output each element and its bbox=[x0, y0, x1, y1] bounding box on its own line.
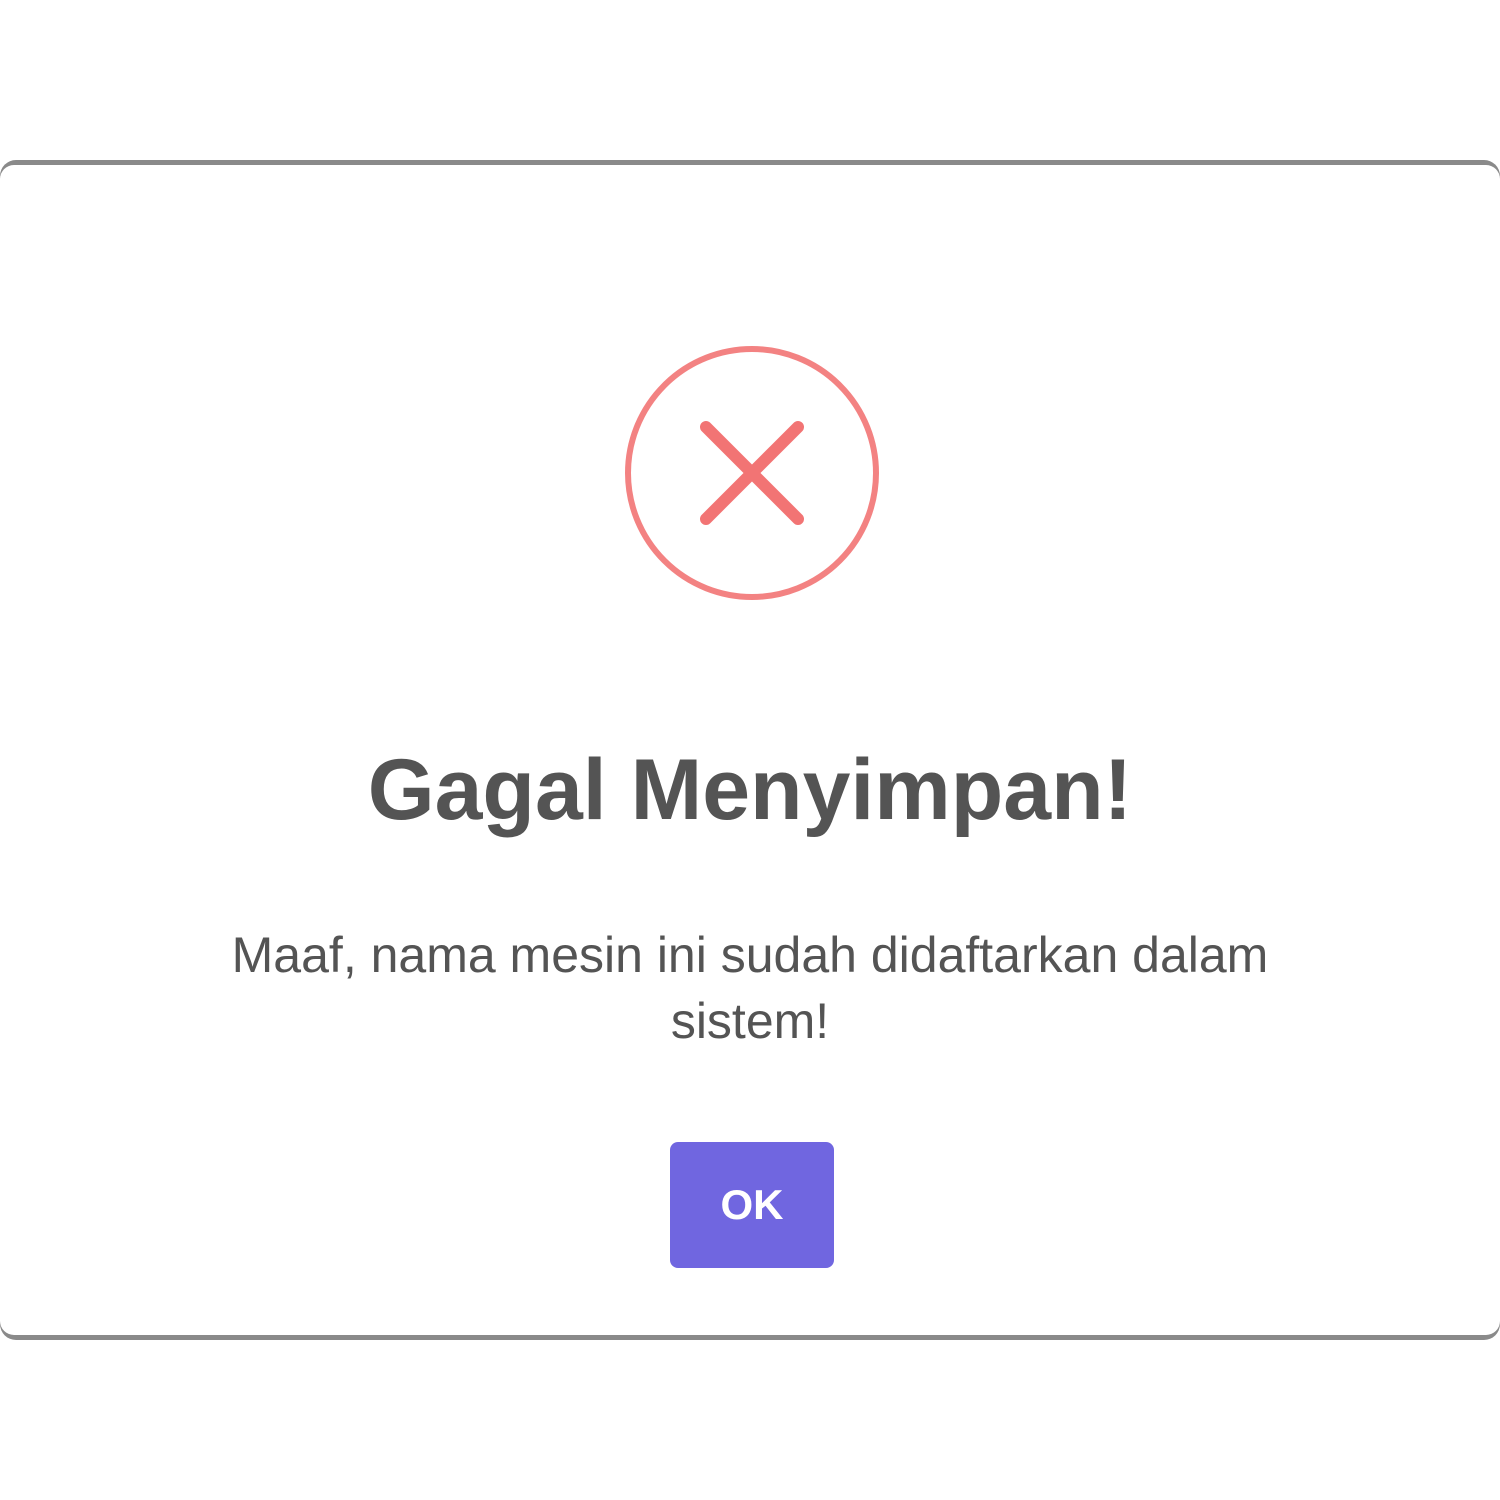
page: Gagal Menyimpan! Maaf, nama mesin ini su… bbox=[0, 0, 1500, 1500]
alert-dialog: Gagal Menyimpan! Maaf, nama mesin ini su… bbox=[0, 165, 1500, 1335]
error-x-circle-icon bbox=[624, 345, 880, 601]
dialog-message: Maaf, nama mesin ini sudah didaftarkan d… bbox=[231, 927, 1269, 1049]
ok-button[interactable]: OK bbox=[670, 1142, 834, 1268]
dialog-title: Gagal Menyimpan! bbox=[367, 742, 1133, 838]
